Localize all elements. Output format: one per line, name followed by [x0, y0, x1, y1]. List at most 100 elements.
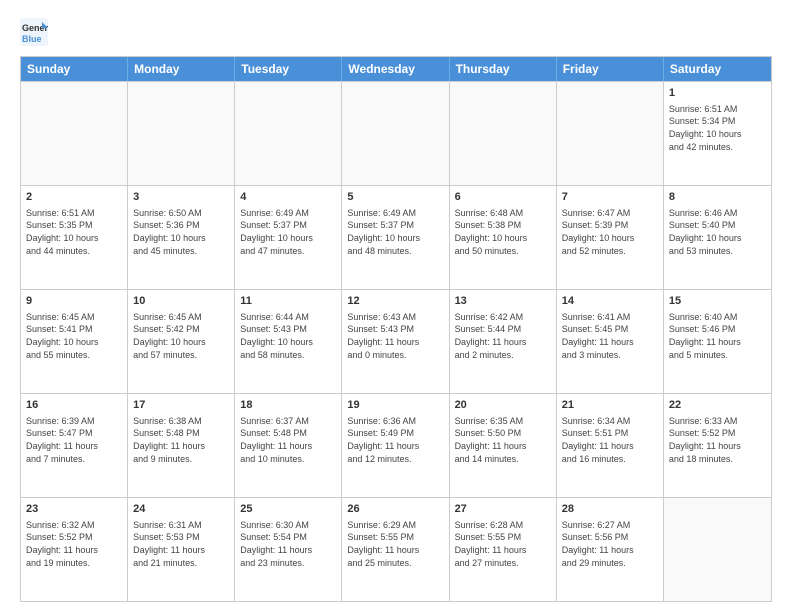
- day-header-thursday: Thursday: [450, 57, 557, 81]
- calendar-cell: 13 Sunrise: 6:42 AM Sunset: 5:44 PM Dayli…: [450, 290, 557, 393]
- calendar-cell: 12 Sunrise: 6:43 AM Sunset: 5:43 PM Dayli…: [342, 290, 449, 393]
- header: General Blue: [20, 18, 772, 46]
- day-info: Sunrise: 6:49 AM Sunset: 5:37 PM Dayligh…: [347, 207, 443, 257]
- day-info: Sunrise: 6:49 AM Sunset: 5:37 PM Dayligh…: [240, 207, 336, 257]
- day-number: 16: [26, 398, 122, 413]
- calendar: SundayMondayTuesdayWednesdayThursdayFrid…: [20, 56, 772, 602]
- day-info: Sunrise: 6:31 AM Sunset: 5:53 PM Dayligh…: [133, 519, 229, 569]
- calendar-cell: [450, 82, 557, 185]
- calendar-cell: 16 Sunrise: 6:39 AM Sunset: 5:47 PM Dayli…: [21, 394, 128, 497]
- day-number: 27: [455, 502, 551, 517]
- calendar-cell: 24 Sunrise: 6:31 AM Sunset: 5:53 PM Dayli…: [128, 498, 235, 601]
- calendar-cell: [557, 82, 664, 185]
- calendar-cell: 9 Sunrise: 6:45 AM Sunset: 5:41 PM Daylig…: [21, 290, 128, 393]
- day-info: Sunrise: 6:47 AM Sunset: 5:39 PM Dayligh…: [562, 207, 658, 257]
- day-info: Sunrise: 6:28 AM Sunset: 5:55 PM Dayligh…: [455, 519, 551, 569]
- calendar-week-1: 1Sunrise: 6:51 AM Sunset: 5:34 PM Daylig…: [21, 81, 771, 185]
- calendar-body: 1Sunrise: 6:51 AM Sunset: 5:34 PM Daylig…: [21, 81, 771, 601]
- calendar-cell: 26 Sunrise: 6:29 AM Sunset: 5:55 PM Dayli…: [342, 498, 449, 601]
- day-info: Sunrise: 6:51 AM Sunset: 5:35 PM Dayligh…: [26, 207, 122, 257]
- calendar-cell: 7Sunrise: 6:47 AM Sunset: 5:39 PM Daylig…: [557, 186, 664, 289]
- day-info: Sunrise: 6:35 AM Sunset: 5:50 PM Dayligh…: [455, 415, 551, 465]
- calendar-cell: 28 Sunrise: 6:27 AM Sunset: 5:56 PM Dayli…: [557, 498, 664, 601]
- calendar-cell: 15 Sunrise: 6:40 AM Sunset: 5:46 PM Dayli…: [664, 290, 771, 393]
- logo-icon: General Blue: [20, 18, 48, 46]
- day-info: Sunrise: 6:41 AM Sunset: 5:45 PM Dayligh…: [562, 311, 658, 361]
- day-number: 23: [26, 502, 122, 517]
- day-number: 3: [133, 190, 229, 205]
- day-number: 10: [133, 294, 229, 309]
- day-header-wednesday: Wednesday: [342, 57, 449, 81]
- day-info: Sunrise: 6:27 AM Sunset: 5:56 PM Dayligh…: [562, 519, 658, 569]
- calendar-cell: 10Sunrise: 6:45 AM Sunset: 5:42 PM Dayli…: [128, 290, 235, 393]
- day-info: Sunrise: 6:30 AM Sunset: 5:54 PM Dayligh…: [240, 519, 336, 569]
- day-info: Sunrise: 6:29 AM Sunset: 5:55 PM Dayligh…: [347, 519, 443, 569]
- day-number: 8: [669, 190, 766, 205]
- day-number: 4: [240, 190, 336, 205]
- day-info: Sunrise: 6:45 AM Sunset: 5:41 PM Dayligh…: [26, 311, 122, 361]
- day-number: 18: [240, 398, 336, 413]
- day-number: 14: [562, 294, 658, 309]
- calendar-cell: [664, 498, 771, 601]
- day-info: Sunrise: 6:42 AM Sunset: 5:44 PM Dayligh…: [455, 311, 551, 361]
- calendar-cell: 21 Sunrise: 6:34 AM Sunset: 5:51 PM Dayli…: [557, 394, 664, 497]
- day-number: 15: [669, 294, 766, 309]
- day-info: Sunrise: 6:32 AM Sunset: 5:52 PM Dayligh…: [26, 519, 122, 569]
- calendar-cell: 17Sunrise: 6:38 AM Sunset: 5:48 PM Dayli…: [128, 394, 235, 497]
- day-number: 12: [347, 294, 443, 309]
- day-header-sunday: Sunday: [21, 57, 128, 81]
- calendar-cell: [128, 82, 235, 185]
- day-number: 25: [240, 502, 336, 517]
- day-number: 2: [26, 190, 122, 205]
- day-info: Sunrise: 6:46 AM Sunset: 5:40 PM Dayligh…: [669, 207, 766, 257]
- calendar-cell: 14 Sunrise: 6:41 AM Sunset: 5:45 PM Dayli…: [557, 290, 664, 393]
- svg-text:Blue: Blue: [22, 34, 42, 44]
- page: General Blue SundayMondayTuesdayWednesda…: [0, 0, 792, 612]
- day-info: Sunrise: 6:43 AM Sunset: 5:43 PM Dayligh…: [347, 311, 443, 361]
- day-number: 5: [347, 190, 443, 205]
- calendar-cell: 22 Sunrise: 6:33 AM Sunset: 5:52 PM Dayli…: [664, 394, 771, 497]
- day-number: 21: [562, 398, 658, 413]
- calendar-cell: 2 Sunrise: 6:51 AM Sunset: 5:35 PM Daylig…: [21, 186, 128, 289]
- day-number: 24: [133, 502, 229, 517]
- calendar-week-3: 9 Sunrise: 6:45 AM Sunset: 5:41 PM Daylig…: [21, 289, 771, 393]
- day-header-monday: Monday: [128, 57, 235, 81]
- day-number: 22: [669, 398, 766, 413]
- day-info: Sunrise: 6:39 AM Sunset: 5:47 PM Dayligh…: [26, 415, 122, 465]
- calendar-cell: 27 Sunrise: 6:28 AM Sunset: 5:55 PM Dayli…: [450, 498, 557, 601]
- calendar-cell: 11Sunrise: 6:44 AM Sunset: 5:43 PM Dayli…: [235, 290, 342, 393]
- calendar-header: SundayMondayTuesdayWednesdayThursdayFrid…: [21, 57, 771, 81]
- calendar-week-4: 16 Sunrise: 6:39 AM Sunset: 5:47 PM Dayli…: [21, 393, 771, 497]
- day-header-saturday: Saturday: [664, 57, 771, 81]
- calendar-cell: 23 Sunrise: 6:32 AM Sunset: 5:52 PM Dayli…: [21, 498, 128, 601]
- calendar-cell: 20 Sunrise: 6:35 AM Sunset: 5:50 PM Dayli…: [450, 394, 557, 497]
- calendar-cell: 4 Sunrise: 6:49 AM Sunset: 5:37 PM Daylig…: [235, 186, 342, 289]
- day-info: Sunrise: 6:34 AM Sunset: 5:51 PM Dayligh…: [562, 415, 658, 465]
- calendar-cell: 3Sunrise: 6:50 AM Sunset: 5:36 PM Daylig…: [128, 186, 235, 289]
- calendar-cell: [235, 82, 342, 185]
- day-info: Sunrise: 6:37 AM Sunset: 5:48 PM Dayligh…: [240, 415, 336, 465]
- day-info: Sunrise: 6:33 AM Sunset: 5:52 PM Dayligh…: [669, 415, 766, 465]
- day-info: Sunrise: 6:48 AM Sunset: 5:38 PM Dayligh…: [455, 207, 551, 257]
- day-number: 20: [455, 398, 551, 413]
- day-number: 9: [26, 294, 122, 309]
- calendar-week-2: 2 Sunrise: 6:51 AM Sunset: 5:35 PM Daylig…: [21, 185, 771, 289]
- day-number: 6: [455, 190, 551, 205]
- day-info: Sunrise: 6:38 AM Sunset: 5:48 PM Dayligh…: [133, 415, 229, 465]
- calendar-cell: 5 Sunrise: 6:49 AM Sunset: 5:37 PM Daylig…: [342, 186, 449, 289]
- day-info: Sunrise: 6:36 AM Sunset: 5:49 PM Dayligh…: [347, 415, 443, 465]
- calendar-cell: 19 Sunrise: 6:36 AM Sunset: 5:49 PM Dayli…: [342, 394, 449, 497]
- day-info: Sunrise: 6:40 AM Sunset: 5:46 PM Dayligh…: [669, 311, 766, 361]
- logo: General Blue: [20, 18, 52, 46]
- day-number: 26: [347, 502, 443, 517]
- day-header-tuesday: Tuesday: [235, 57, 342, 81]
- calendar-week-5: 23 Sunrise: 6:32 AM Sunset: 5:52 PM Dayli…: [21, 497, 771, 601]
- day-info: Sunrise: 6:51 AM Sunset: 5:34 PM Dayligh…: [669, 103, 766, 153]
- day-info: Sunrise: 6:44 AM Sunset: 5:43 PM Dayligh…: [240, 311, 336, 361]
- calendar-cell: 25 Sunrise: 6:30 AM Sunset: 5:54 PM Dayli…: [235, 498, 342, 601]
- day-number: 13: [455, 294, 551, 309]
- calendar-cell: [342, 82, 449, 185]
- day-number: 19: [347, 398, 443, 413]
- day-number: 28: [562, 502, 658, 517]
- calendar-cell: 18 Sunrise: 6:37 AM Sunset: 5:48 PM Dayli…: [235, 394, 342, 497]
